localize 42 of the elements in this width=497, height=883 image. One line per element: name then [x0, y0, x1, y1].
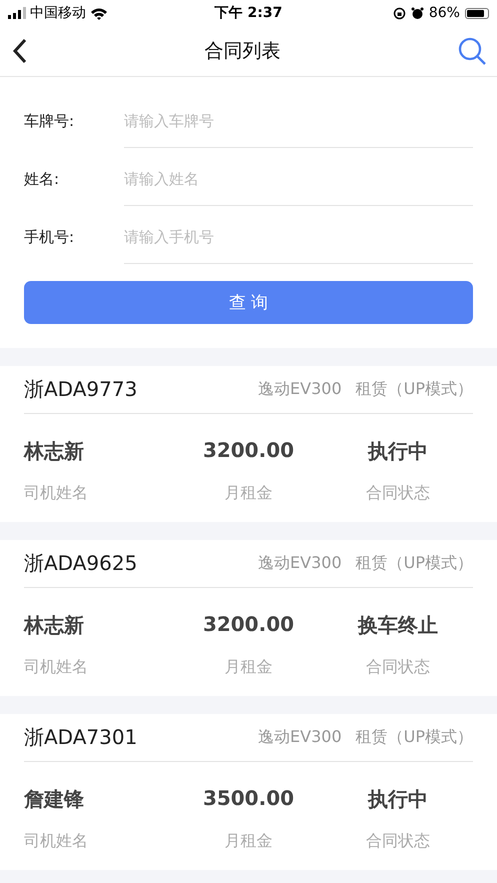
status-label: 合同状态 — [365, 831, 432, 852]
driver-name: 林志新 — [24, 612, 85, 639]
driver-label: 司机姓名 — [24, 483, 89, 504]
page-title: 合同列表 — [204, 39, 280, 64]
car-model: 逸动EV300 — [258, 553, 342, 574]
monthly-rent: 3200.00 — [202, 438, 296, 464]
search-icon[interactable] — [457, 36, 487, 66]
plate-number: 浙ADA7301 — [24, 724, 138, 751]
alarm-icon — [410, 6, 424, 20]
monthly-rent: 3200.00 — [202, 612, 296, 638]
driver-label: 司机姓名 — [24, 831, 89, 852]
plate-number: 浙ADA9773 — [24, 376, 138, 403]
field-label: 手机号: — [24, 228, 76, 246]
contract-status: 换车终止 — [356, 612, 440, 639]
contract-status: 执行中 — [366, 438, 430, 465]
contract-status: 执行中 — [366, 786, 430, 813]
status-label: 合同状态 — [365, 657, 432, 678]
rent-label: 月租金 — [223, 657, 274, 678]
monthly-rent: 3500.00 — [202, 786, 296, 812]
rental-type: 租赁（UP模式） — [356, 553, 473, 574]
rotation-lock-icon — [392, 6, 406, 20]
signal-icon — [8, 7, 26, 19]
rent-label: 月租金 — [223, 831, 274, 852]
battery-percent: 86% — [428, 5, 460, 21]
driver-label: 司机姓名 — [24, 657, 89, 678]
query-button[interactable]: 查 询 — [24, 281, 473, 324]
driver-name: 林志新 — [24, 438, 85, 465]
clock-time: 下午 2:37 — [214, 4, 284, 22]
wifi-icon — [90, 6, 108, 20]
car-model: 逸动EV300 — [258, 379, 342, 400]
driver-name: 詹建锋 — [24, 786, 85, 813]
rental-type: 租赁（UP模式） — [356, 379, 473, 400]
field-label: 姓名: — [24, 170, 60, 188]
plate-number: 浙ADA9625 — [24, 550, 138, 577]
battery-icon — [464, 8, 489, 18]
rental-type: 租赁（UP模式） — [356, 727, 473, 748]
carrier-name: 中国移动 — [30, 4, 86, 22]
car-model: 逸动EV300 — [258, 727, 342, 748]
back-icon[interactable] — [12, 38, 28, 64]
field-label: 车牌号: — [24, 112, 76, 130]
rent-label: 月租金 — [223, 483, 274, 504]
status-label: 合同状态 — [365, 483, 432, 504]
